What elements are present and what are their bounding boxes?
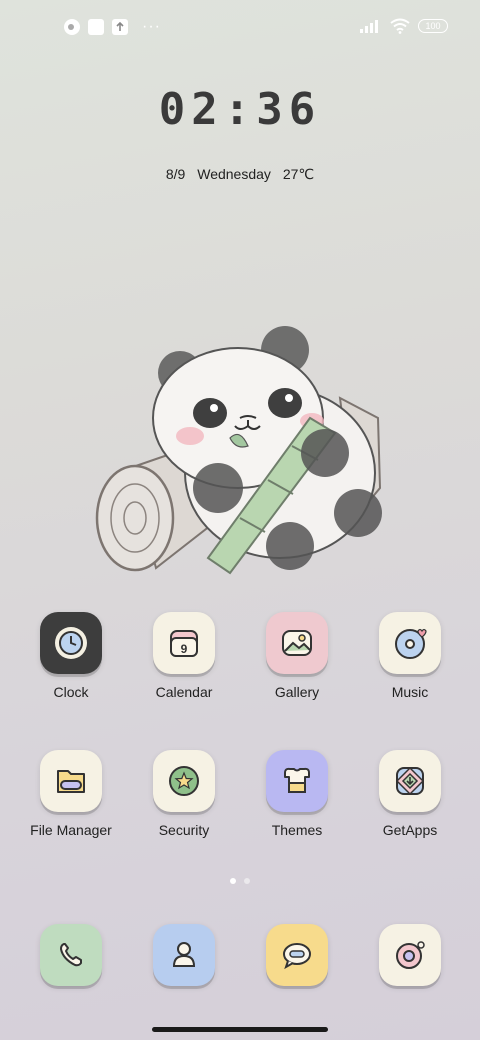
app-label: Security <box>158 822 210 838</box>
dock-contacts[interactable] <box>129 924 239 986</box>
app-clock[interactable]: Clock <box>16 612 126 700</box>
app-row-1: Clock 9 Calendar Gallery Music <box>0 612 480 732</box>
security-icon[interactable] <box>153 750 215 812</box>
square-notification-icon <box>88 19 104 35</box>
gallery-icon[interactable] <box>266 612 328 674</box>
app-label: Music <box>391 684 429 700</box>
phone-icon[interactable] <box>40 924 102 986</box>
upload-notification-icon <box>112 19 128 35</box>
signal-icon <box>360 20 378 33</box>
dock <box>0 924 480 988</box>
camera-icon[interactable] <box>379 924 441 986</box>
dock-camera[interactable] <box>355 924 465 986</box>
app-label: GetApps <box>382 822 438 838</box>
folder-icon[interactable] <box>40 750 102 812</box>
clock-icon[interactable] <box>40 612 102 674</box>
clock-widget[interactable]: 02:36 <box>0 84 480 135</box>
panda-wallpaper-illustration <box>95 326 382 575</box>
app-calendar[interactable]: 9 Calendar <box>129 612 239 700</box>
app-security[interactable]: Security <box>129 750 239 838</box>
page-dot-2[interactable] <box>244 878 250 884</box>
status-bar: ··· 100 <box>0 0 480 56</box>
more-notifications-icon: ··· <box>142 18 161 35</box>
app-getapps[interactable]: GetApps <box>355 750 465 838</box>
system-status: 100 <box>360 18 448 34</box>
page-dot-1[interactable] <box>230 878 236 884</box>
widget-time: 02:36 <box>158 84 322 135</box>
home-gesture-bar[interactable] <box>152 1027 328 1032</box>
widget-weekday: Wednesday <box>197 166 271 182</box>
dock-messages[interactable] <box>242 924 352 986</box>
app-row-2: File Manager Security Themes GetApps <box>0 750 480 870</box>
getapps-icon[interactable] <box>379 750 441 812</box>
contacts-icon[interactable] <box>153 924 215 986</box>
calendar-icon[interactable]: 9 <box>153 612 215 674</box>
app-label: File Manager <box>30 822 112 838</box>
page-indicator[interactable] <box>0 878 480 884</box>
app-notification-icon <box>64 19 80 35</box>
app-label: Clock <box>53 684 89 700</box>
messages-icon[interactable] <box>266 924 328 986</box>
wifi-icon <box>390 18 410 34</box>
app-themes[interactable]: Themes <box>242 750 352 838</box>
app-music[interactable]: Music <box>355 612 465 700</box>
widget-date: 8/9 <box>165 166 186 182</box>
date-weather-line[interactable]: 8/9 Wednesday 27℃ <box>0 166 480 183</box>
battery-icon: 100 <box>418 19 448 33</box>
widget-temperature: 27℃ <box>282 166 315 182</box>
dock-phone[interactable] <box>16 924 126 986</box>
app-file-manager[interactable]: File Manager <box>16 750 126 838</box>
app-label: Themes <box>271 822 323 838</box>
app-label: Calendar <box>155 684 213 700</box>
calendar-day-number: 9 <box>181 642 188 656</box>
music-icon[interactable] <box>379 612 441 674</box>
themes-icon[interactable] <box>266 750 328 812</box>
app-gallery[interactable]: Gallery <box>242 612 352 700</box>
notification-icons: ··· <box>64 19 161 35</box>
app-label: Gallery <box>274 684 320 700</box>
